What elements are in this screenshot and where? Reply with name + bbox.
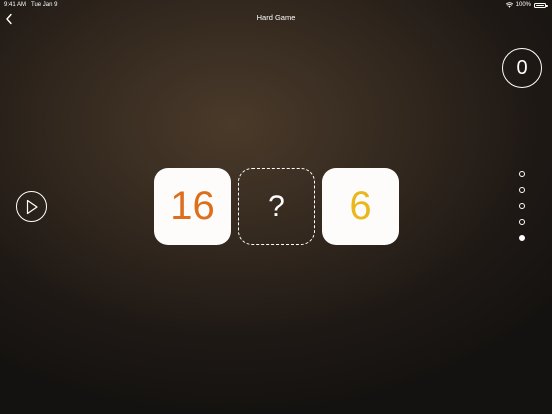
status-bar: 9:41 AM Tue Jan 9 100% [0,0,552,10]
left-number-tile: 16 [154,168,231,245]
answer-slot[interactable]: ? [238,168,315,245]
battery-percent: 100% [515,2,531,8]
play-icon [26,199,38,215]
page-title: Hard Game [256,13,296,22]
progress-dot [519,219,525,225]
status-date: Tue Jan 9 [31,2,58,8]
battery-icon [534,2,548,8]
progress-indicator [519,171,527,251]
right-number-tile: 6 [322,168,399,245]
progress-dot [519,235,525,241]
wifi-icon [505,2,513,8]
score-indicator: 0 [502,48,542,88]
score-value: 0 [516,56,528,79]
play-button[interactable] [16,191,47,222]
status-time: 9:41 AM [4,2,27,8]
progress-dot [519,203,525,209]
question-mark: ? [268,189,285,223]
left-number: 16 [170,184,215,228]
status-left: 9:41 AM Tue Jan 9 [4,0,62,10]
progress-dot [519,187,525,193]
progress-dot [519,171,525,177]
status-right: 100% [505,0,548,10]
right-number: 6 [349,184,372,228]
